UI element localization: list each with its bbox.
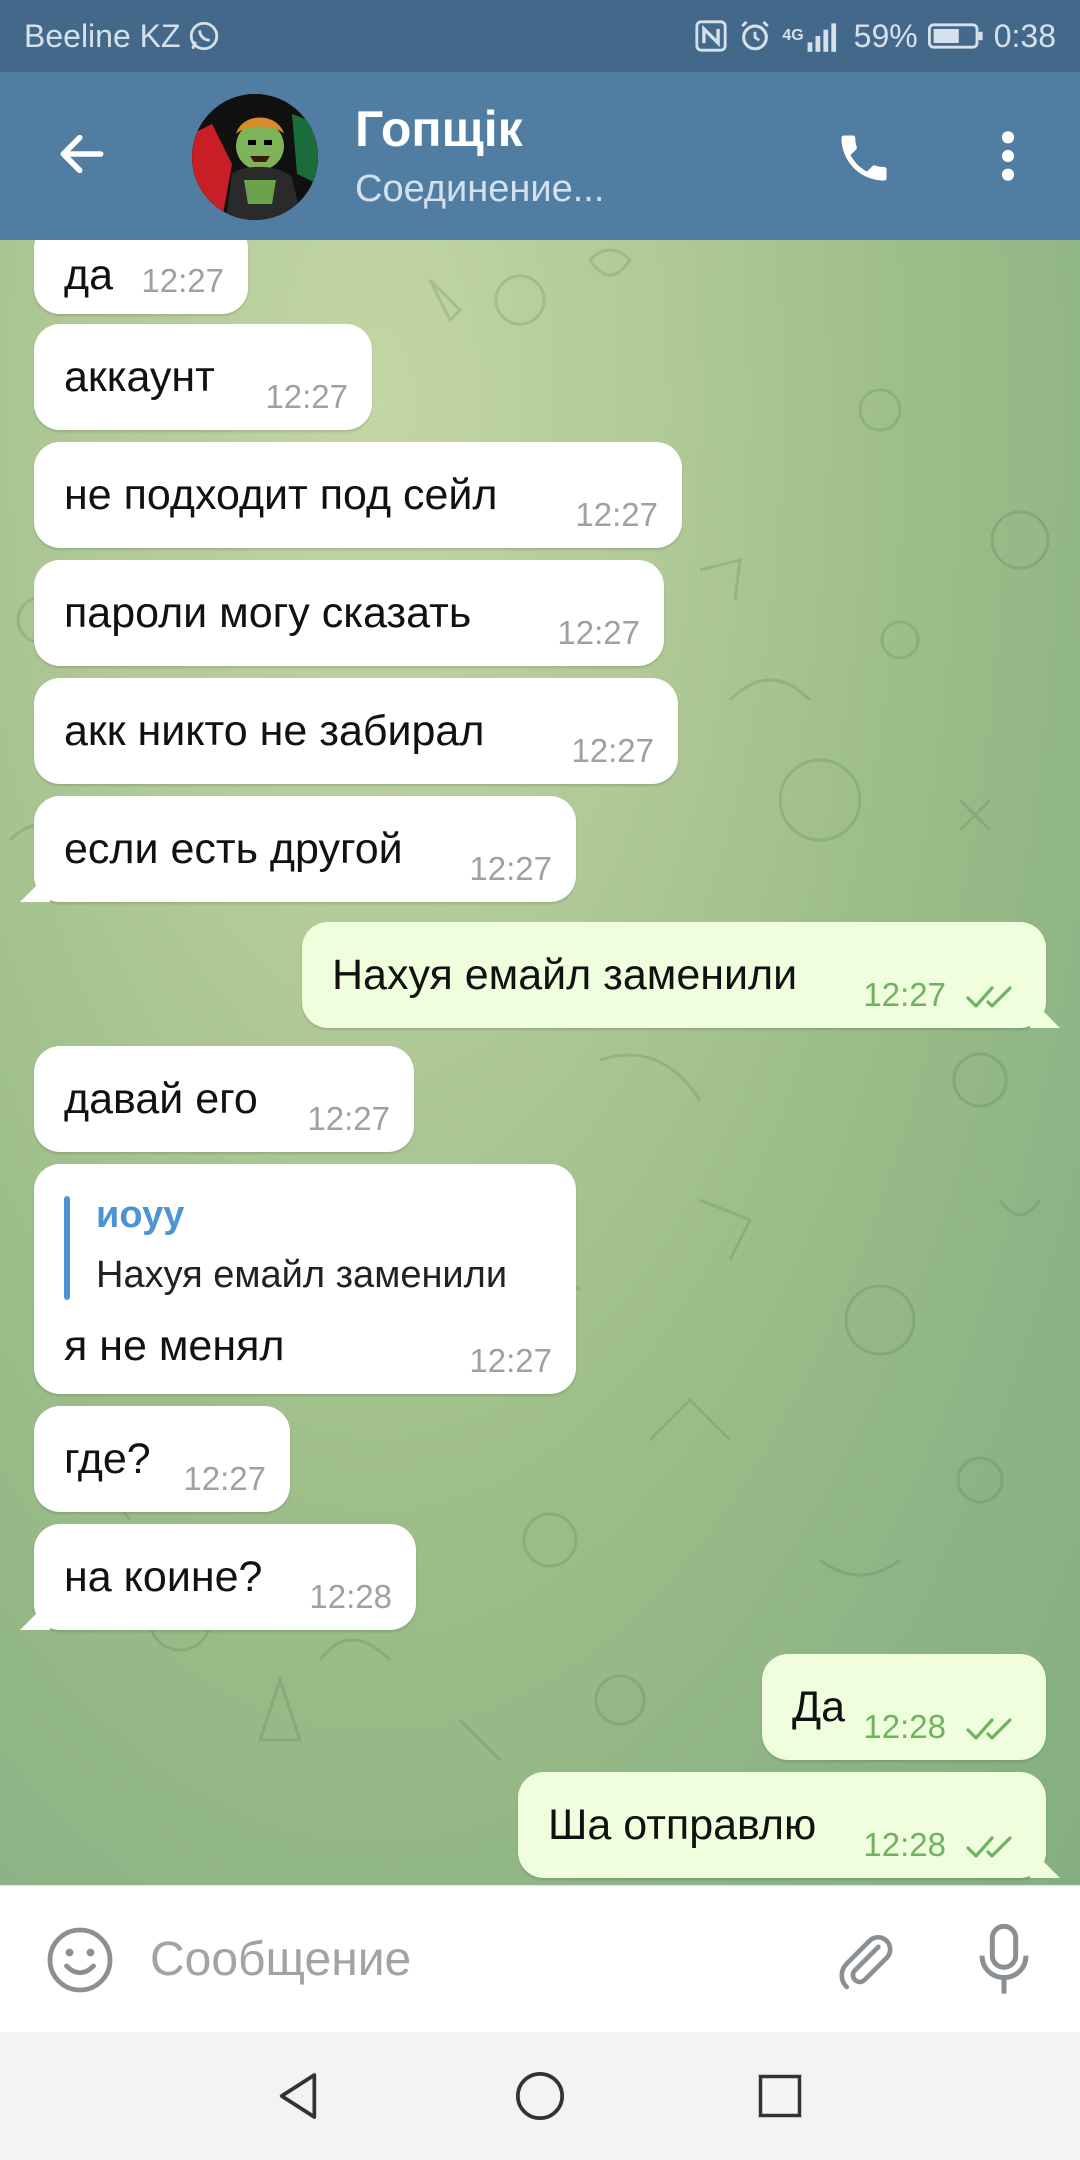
emoji-icon[interactable] [44, 1924, 116, 1996]
message-text: я не менял [64, 1322, 285, 1370]
clock: 0:38 [993, 17, 1056, 54]
message-bubble[interactable]: если есть другой 12:27 [34, 796, 576, 902]
system-navigation-bar [0, 2032, 1080, 2160]
message-time: 12:27 [469, 1342, 552, 1379]
avatar[interactable] [192, 94, 318, 220]
message-input[interactable] [150, 1916, 790, 2002]
message-bubble[interactable]: аккаунт 12:27 [34, 324, 372, 430]
message-bubble-outgoing[interactable]: Нахуя емайл заменили 12:27 [302, 922, 1046, 1028]
whatsapp-icon [187, 19, 221, 53]
more-vertical-icon[interactable] [980, 122, 1036, 190]
reply-quote-bar [64, 1196, 70, 1300]
message-time: 12:27 [141, 262, 224, 299]
message-text: аккаунт [64, 352, 215, 401]
message-bubble[interactable]: где? 12:27 [34, 1406, 290, 1512]
message-time: 12:27 [575, 496, 658, 533]
message-bubble[interactable]: не подходит под сейл 12:27 [34, 442, 682, 548]
message-bubble[interactable]: да 12:27 [34, 240, 248, 314]
paperclip-icon[interactable] [830, 1926, 902, 1998]
back-arrow-icon[interactable] [50, 122, 114, 186]
message-text: акк никто не забирал [64, 706, 485, 755]
message-text: Да [792, 1682, 846, 1731]
read-checkmarks-icon [966, 1836, 1012, 1858]
message-time: 12:28 [863, 1826, 946, 1863]
message-bubble[interactable]: пароли могу сказать 12:27 [34, 560, 664, 666]
message-bubble-outgoing[interactable]: Ша отправлю 12:28 [518, 1772, 1046, 1878]
reply-message-bubble[interactable]: иоуу Нахуя емайл заменили я не менял 12:… [34, 1164, 576, 1394]
battery-icon [927, 21, 984, 51]
nav-home-icon[interactable] [504, 2060, 576, 2132]
message-bubble[interactable]: на коине? 12:28 [34, 1524, 416, 1630]
nav-recents-icon[interactable] [744, 2060, 816, 2132]
message-composer [0, 1885, 1080, 2032]
message-bubble[interactable]: акк никто не забирал 12:27 [34, 678, 678, 784]
message-time: 12:27 [469, 850, 552, 887]
message-bubble[interactable]: давай его 12:27 [34, 1046, 414, 1152]
message-text: где? [64, 1434, 151, 1483]
carrier-label: Beeline KZ [24, 17, 181, 54]
message-text: Ша отправлю [548, 1800, 817, 1849]
message-text: да [64, 250, 114, 299]
message-time: 12:27 [183, 1460, 266, 1497]
reply-quoted-text[interactable]: Нахуя емайл заменили [96, 1254, 507, 1297]
message-time: 12:27 [307, 1100, 390, 1137]
message-time: 12:28 [863, 1708, 946, 1745]
status-bar: Beeline KZ 4G 59% 0:38 [0, 0, 1080, 72]
message-text: на коине? [64, 1552, 263, 1601]
nfc-icon [694, 19, 728, 53]
message-time: 12:27 [571, 732, 654, 769]
chat-header: Гопщік Соединение... [0, 72, 1080, 240]
message-text: если есть другой [64, 824, 403, 873]
message-time: 12:28 [309, 1578, 392, 1615]
message-bubble-outgoing[interactable]: Да 12:28 [762, 1654, 1046, 1760]
message-text: Нахуя емайл заменили [332, 950, 798, 999]
message-text: пароли могу сказать [64, 588, 472, 637]
phone-icon[interactable] [830, 124, 898, 192]
reply-author[interactable]: иоуу [96, 1194, 184, 1237]
read-checkmarks-icon [966, 1718, 1012, 1740]
message-text: не подходит под сейл [64, 470, 498, 519]
message-time: 12:27 [863, 976, 946, 1013]
message-list[interactable]: да 12:27 аккаунт 12:27 не подходит под с… [0, 240, 1080, 1885]
message-time: 12:27 [557, 614, 640, 651]
network-label: 4G [782, 27, 804, 44]
connection-status: Соединение... [355, 168, 605, 210]
message-text: давай его [64, 1074, 258, 1123]
chat-title[interactable]: Гопщік [355, 100, 523, 158]
read-checkmarks-icon [966, 986, 1012, 1008]
message-time: 12:27 [265, 378, 348, 415]
signal-icon: 4G [782, 20, 843, 52]
alarm-icon [738, 19, 772, 53]
nav-back-icon[interactable] [262, 2060, 334, 2132]
microphone-icon[interactable] [968, 1920, 1040, 2000]
battery-percent: 59% [853, 17, 918, 54]
